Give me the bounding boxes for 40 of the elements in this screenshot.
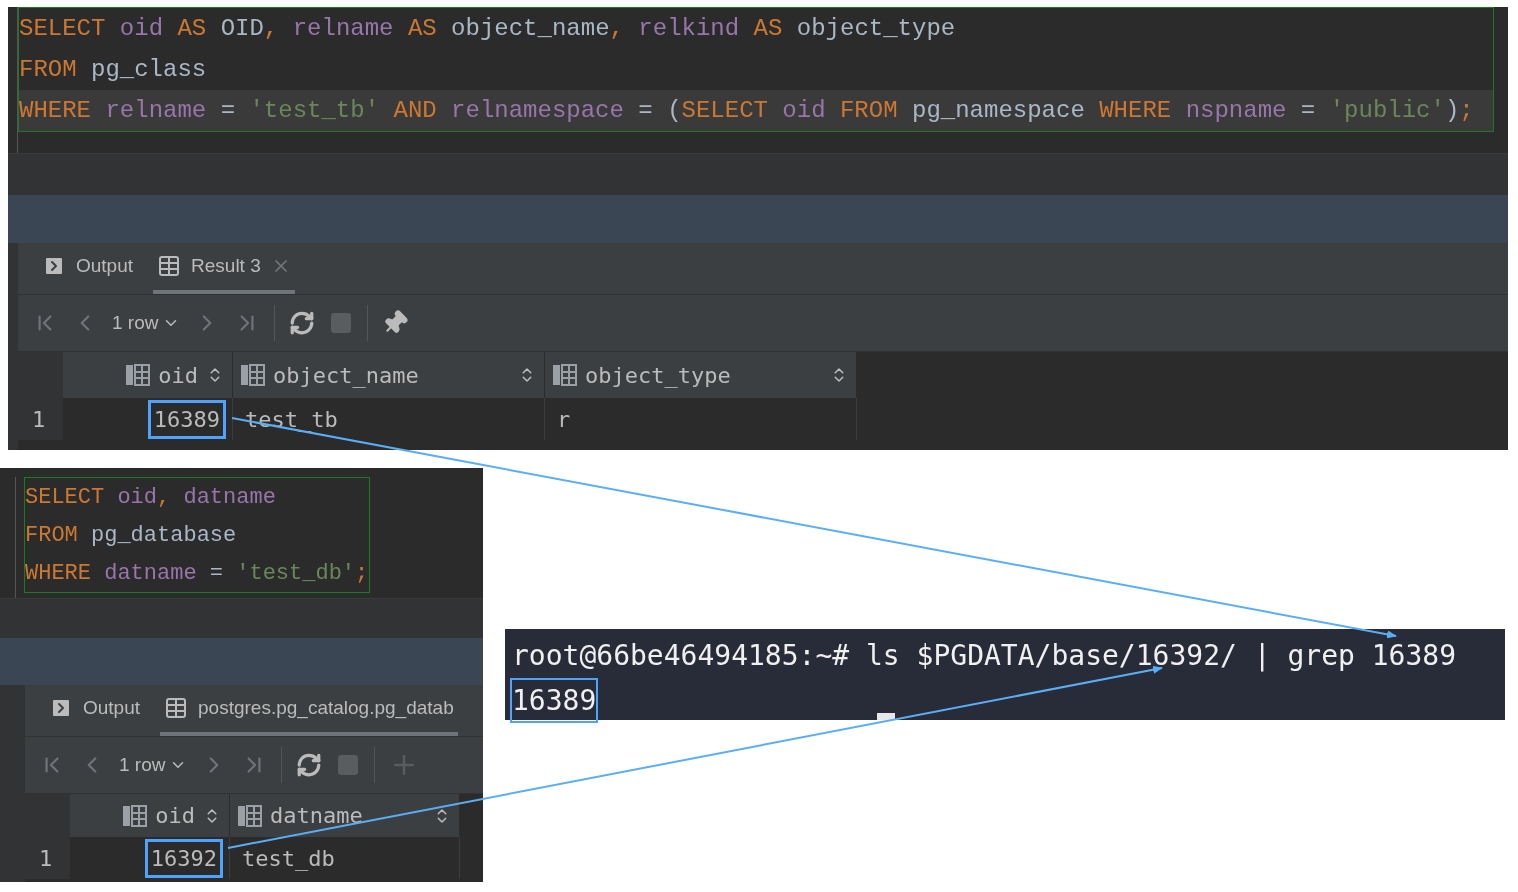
code-line: SELECT oid, datname [25, 483, 277, 512]
result-tab[interactable]: Output [45, 684, 145, 736]
column-name: datname [270, 802, 363, 830]
column-icon [553, 364, 577, 386]
row-count-dropdown[interactable]: 1 row [119, 750, 188, 780]
column-header[interactable]: object_type [545, 352, 857, 398]
column-icon [123, 804, 148, 827]
column-name: object_name [273, 361, 419, 390]
table-cell: 16389 [147, 399, 226, 439]
refresh-icon[interactable] [289, 310, 316, 336]
row-number: 1 [18, 398, 63, 440]
table-cell-text: test_db [241, 844, 336, 873]
row-count-dropdown[interactable]: 1 row [112, 308, 181, 338]
code-line: FROM pg_class [19, 54, 208, 85]
result-tab[interactable]: Result 3 [153, 242, 295, 294]
column-header[interactable]: oid [63, 352, 233, 398]
column-name: oid [158, 361, 198, 390]
stop-icon[interactable] [336, 753, 361, 777]
result-tab[interactable]: postgres.pg_catalog.pg_datab [160, 684, 458, 736]
column-icon [238, 804, 262, 827]
terminal-line: root@66be46494185:~# ls $PGDATA/base/16392/ | grep 16389 [511, 638, 1457, 674]
column-header[interactable]: object_name [233, 352, 545, 398]
row-number: 1 [25, 837, 70, 879]
stop-icon[interactable] [329, 311, 354, 335]
refresh-icon[interactable] [296, 752, 323, 778]
column-header[interactable]: oid [70, 794, 230, 837]
table-cell-text: r [556, 405, 572, 434]
table-icon [164, 696, 189, 720]
column-icon [241, 364, 265, 386]
code-line: FROM pg_database [25, 521, 238, 550]
column-header[interactable]: datname [230, 794, 460, 837]
code-line: WHERE datname = 'test_db'; [25, 559, 369, 588]
column-name: oid [155, 802, 195, 830]
code-line: SELECT oid AS OID, relname AS object_name, relkind AS object_type [19, 13, 957, 44]
table-icon [157, 254, 182, 278]
table-cell: 16392 [144, 838, 223, 878]
column-name: object_type [585, 361, 731, 390]
column-icon [126, 364, 151, 386]
cursor-block [877, 713, 895, 720]
result-tab[interactable]: Output [38, 242, 138, 294]
